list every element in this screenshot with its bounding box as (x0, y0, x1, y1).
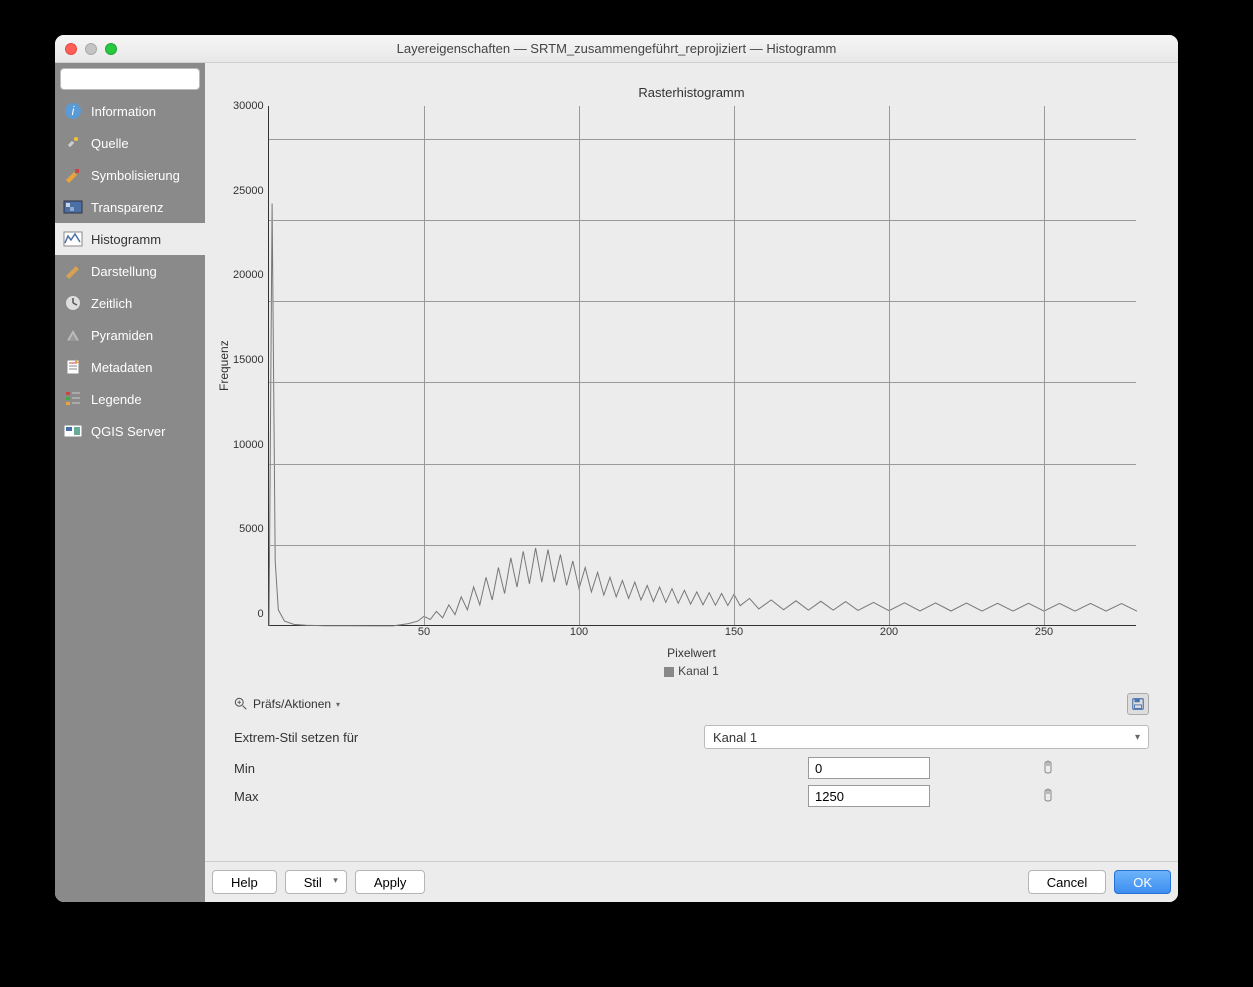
sidebar-item-pyramids[interactable]: Pyramiden (55, 319, 205, 351)
max-label: Max (234, 789, 808, 804)
style-button[interactable]: Stil (285, 870, 347, 894)
channel-combo[interactable]: Kanal 1 ▾ (704, 725, 1149, 749)
prefs-label: Präfs/Aktionen (253, 697, 331, 711)
sidebar-item-info[interactable]: i Information (55, 95, 205, 127)
sidebar-item-histogram[interactable]: Histogramm (55, 223, 205, 255)
cancel-button[interactable]: Cancel (1028, 870, 1106, 894)
apply-button[interactable]: Apply (355, 870, 426, 894)
svg-text:i: i (72, 104, 75, 118)
window-controls (65, 43, 117, 55)
sidebar-item-server[interactable]: QGIS Server (55, 415, 205, 447)
source-icon (63, 134, 83, 152)
metadata-icon (63, 358, 83, 376)
legend-icon (63, 390, 83, 408)
sidebar-item-temporal[interactable]: Zeitlich (55, 287, 205, 319)
prefs-actions-menu[interactable]: Präfs/Aktionen ▾ (234, 697, 340, 711)
main-panel: Rasterhistogramm Frequenz 30000250002000… (205, 63, 1178, 902)
maximize-window-button[interactable] (105, 43, 117, 55)
help-button[interactable]: Help (212, 870, 277, 894)
legend-swatch (664, 667, 674, 677)
save-histogram-button[interactable] (1127, 693, 1149, 715)
pyramids-icon (63, 326, 83, 344)
symbology-icon (63, 166, 83, 184)
histogram-icon (63, 230, 83, 248)
controls-panel: Präfs/Aktionen ▾ Extrem-Stil setzen für … (210, 683, 1173, 823)
chart-legend: Kanal 1 (215, 664, 1168, 678)
hand-icon (1040, 787, 1056, 803)
transparency-icon (63, 198, 83, 216)
sidebar-item-label: Quelle (91, 136, 129, 151)
layer-properties-window: Layereigenschaften — SRTM_zusammengeführ… (55, 35, 1178, 902)
min-input[interactable] (808, 757, 930, 779)
min-label: Min (234, 761, 808, 776)
close-window-button[interactable] (65, 43, 77, 55)
sidebar-search-input[interactable] (70, 72, 225, 86)
chart-xlabel: Pixelwert (215, 646, 1168, 660)
sidebar-search[interactable] (60, 68, 200, 90)
hand-icon (1040, 759, 1056, 775)
sidebar-item-label: Darstellung (91, 264, 157, 279)
temporal-icon (63, 294, 83, 312)
sidebar-item-transparency[interactable]: Transparenz (55, 191, 205, 223)
histogram-chart: Rasterhistogramm Frequenz 30000250002000… (210, 73, 1173, 683)
sidebar-item-source[interactable]: Quelle (55, 127, 205, 159)
sidebar-item-label: Pyramiden (91, 328, 153, 343)
sidebar-item-label: Symbolisierung (91, 168, 180, 183)
rendering-icon (63, 262, 83, 280)
chart-yticks: 300002500020000150001000050000 (233, 106, 268, 626)
chart-plot-area[interactable] (268, 106, 1136, 626)
sidebar-item-symbology[interactable]: Symbolisierung (55, 159, 205, 191)
ok-button[interactable]: OK (1114, 870, 1171, 894)
chart-ylabel: Frequenz (215, 106, 233, 626)
max-input[interactable] (808, 785, 930, 807)
sidebar-item-legend[interactable]: Legende (55, 383, 205, 415)
legend-label: Kanal 1 (678, 664, 719, 678)
zoom-icon (234, 697, 248, 711)
max-picker-button[interactable] (1040, 787, 1056, 806)
sidebar-item-rendering[interactable]: Darstellung (55, 255, 205, 287)
chart-xticks: 50100150200250 (269, 626, 1168, 642)
minimize-window-button[interactable] (85, 43, 97, 55)
sidebar-item-label: Transparenz (91, 200, 164, 215)
sidebar-item-label: Zeitlich (91, 296, 132, 311)
sidebar-item-label: Metadaten (91, 360, 152, 375)
chart-title: Rasterhistogramm (215, 85, 1168, 100)
sidebar-item-label: QGIS Server (91, 424, 165, 439)
extrem-style-label: Extrem-Stil setzen für (234, 730, 704, 745)
min-picker-button[interactable] (1040, 759, 1056, 778)
dropdown-arrow-icon: ▾ (336, 700, 340, 709)
sidebar-item-metadata[interactable]: Metadaten (55, 351, 205, 383)
dialog-footer: Help Stil Apply Cancel OK (205, 861, 1178, 902)
titlebar: Layereigenschaften — SRTM_zusammengeführ… (55, 35, 1178, 63)
sidebar: i Information Quelle Symbolisierung Transpar… (55, 63, 205, 902)
sidebar-item-label: Legende (91, 392, 142, 407)
channel-combo-value: Kanal 1 (713, 730, 757, 745)
window-title: Layereigenschaften — SRTM_zusammengeführ… (55, 41, 1178, 56)
info-icon: i (63, 102, 83, 120)
sidebar-item-label: Information (91, 104, 156, 119)
dropdown-arrow-icon: ▾ (1135, 732, 1140, 743)
sidebar-item-label: Histogramm (91, 232, 161, 247)
server-icon (63, 422, 83, 440)
save-icon (1131, 697, 1145, 711)
